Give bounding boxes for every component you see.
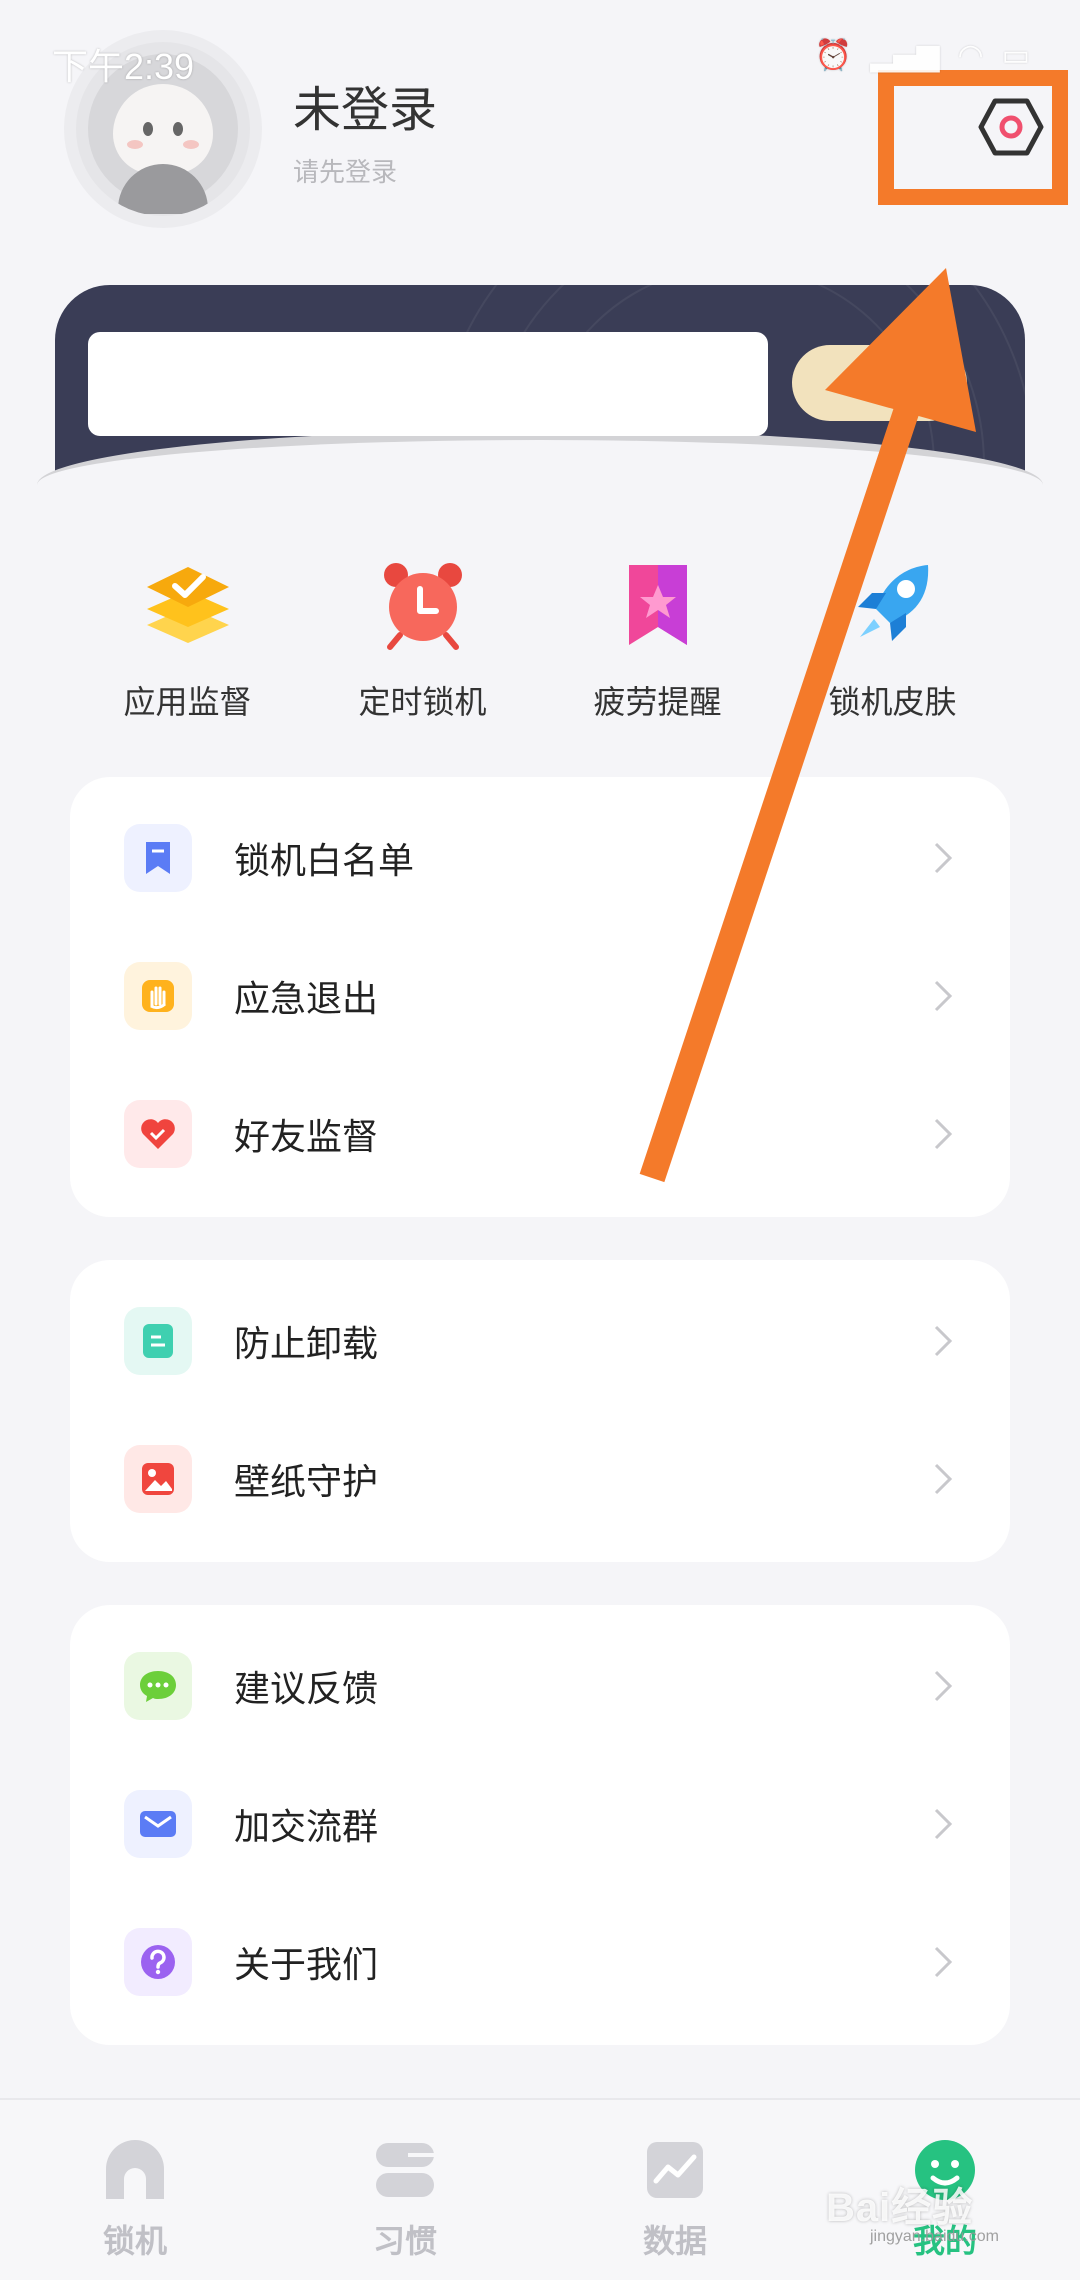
chevron-right-icon [934,1463,953,1495]
menu-item-prevent-uninstall[interactable]: 防止卸载 [70,1272,1010,1410]
chevron-right-icon [934,842,953,874]
layers-check-icon [143,555,233,655]
menu-item-friend-supervision[interactable]: 好友监督 [70,1065,1010,1203]
menu-item-feedback[interactable]: 建议反馈 [70,1617,1010,1755]
chevron-right-icon [934,1670,953,1702]
bottom-nav: 锁机 习惯 数据 我的 [0,2098,1080,2280]
status-time: 下午2:39 [52,46,195,87]
shortcut-label: 定时锁机 [358,683,487,721]
login-hint[interactable]: 请先登录 [293,152,397,189]
chevron-right-icon [934,1946,953,1978]
chevron-right-icon [934,1325,953,1357]
shortcut-fatigue-reminder[interactable]: 疲劳提醒 [540,555,775,730]
question-icon [124,1928,192,1996]
menu-item-label: 壁纸守护 [234,1462,379,1503]
chevron-right-icon [934,980,953,1012]
nav-tab-mine[interactable]: 我的 [810,2100,1080,2280]
lock-nav-icon [100,2138,170,2202]
menu-card-1: 锁机白名单 应急退出 好友监督 [70,777,1010,1217]
menu-item-label: 加交流群 [234,1807,379,1848]
menu-item-emergency-exit[interactable]: 应急退出 [70,927,1010,1065]
wifi-icon: ◠ [957,38,984,73]
menu-item-label: 关于我们 [234,1945,379,1986]
menu-item-label: 好友监督 [234,1117,379,1158]
nav-tab-habit[interactable]: 习惯 [270,2100,540,2280]
menu-item-label: 锁机白名单 [234,841,415,882]
image-icon [124,1445,192,1513]
nav-tab-lock[interactable]: 锁机 [0,2100,270,2280]
menu-item-label: 防止卸载 [234,1324,379,1365]
chevron-right-icon [934,1118,953,1150]
mail-icon [124,1790,192,1858]
battery-icon: ▭ [1001,38,1030,73]
heart-icon [124,1100,192,1168]
alarm-clock-icon [378,555,468,655]
nav-label: 数据 [642,2222,707,2260]
chart-nav-icon [640,2138,710,2202]
shortcut-label: 锁机皮肤 [828,683,957,721]
menu-card-2: 防止卸载 壁纸守护 [70,1260,1010,1562]
chevron-right-icon [934,1808,953,1840]
banner-text-area [88,332,768,436]
rocket-icon [848,555,938,655]
document-icon [124,1307,192,1375]
menu-item-whitelist[interactable]: 锁机白名单 [70,789,1010,927]
bookmark-star-icon [613,555,703,655]
menu-card-3: 建议反馈 加交流群 关于我们 [70,1605,1010,2045]
nav-tab-data[interactable]: 数据 [540,2100,810,2280]
status-icons: ⏰ ▂▄▆ ◠ ▭ [815,38,1030,73]
menu-item-join-group[interactable]: 加交流群 [70,1755,1010,1893]
bookmark-icon [124,824,192,892]
shortcut-label: 疲劳提醒 [593,683,722,721]
alarm-status-icon: ⏰ [814,38,853,73]
shortcut-lock-skin[interactable]: 锁机皮肤 [775,555,1010,730]
signal-icon: ▂▄▆ [870,38,940,73]
hand-icon [124,962,192,1030]
shortcut-timed-lock[interactable]: 定时锁机 [305,555,540,730]
status-bar: 下午2:39 ⏰ ▂▄▆ ◠ ▭ [0,0,1080,110]
menu-item-label: 建议反馈 [234,1669,379,1710]
shortcut-app-supervision[interactable]: 应用监督 [70,555,305,730]
menu-item-about-us[interactable]: 关于我们 [70,1893,1010,2031]
shortcut-label: 应用监督 [123,683,252,721]
chat-icon [124,1652,192,1720]
nav-label: 我的 [912,2222,977,2260]
shortcut-grid: 应用监督 定时锁机 疲劳提醒 锁机皮肤 [0,555,1080,730]
nav-label: 锁机 [102,2222,167,2260]
nav-label: 习惯 [372,2222,437,2260]
habit-nav-icon [370,2138,440,2202]
banner-action-button[interactable] [792,345,967,421]
menu-item-wallpaper-guard[interactable]: 壁纸守护 [70,1410,1010,1548]
profile-nav-icon [910,2138,980,2202]
menu-item-label: 应急退出 [234,979,379,1020]
